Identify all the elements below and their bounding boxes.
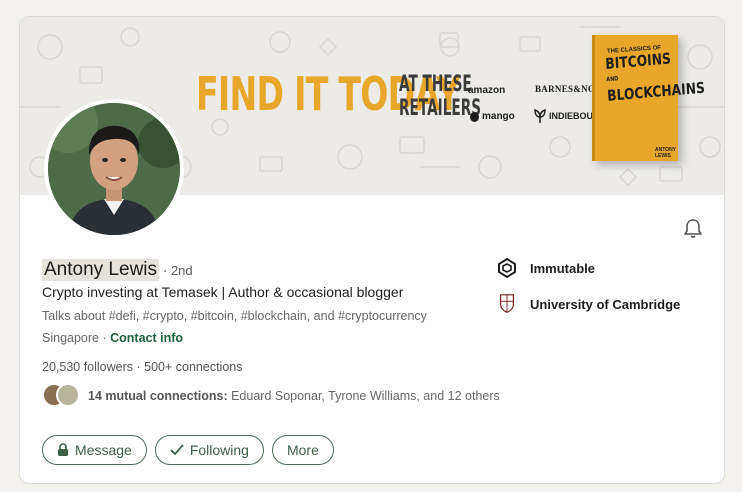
org-immutable-name: Immutable [530, 260, 596, 276]
profile-stats-row: 20,530 followers · 500+ connections [42, 360, 242, 374]
book-cover: THE CLASSICS OF BITCOINS AND BLOCKCHAINS… [592, 35, 705, 161]
bell-icon[interactable] [682, 217, 704, 239]
mango-logo-icon [470, 111, 479, 122]
check-icon [170, 444, 184, 456]
profile-talks-about: Talks about #defi, #crypto, #bitcoin, #b… [42, 309, 427, 323]
retailer-mango: mango [470, 111, 515, 122]
org-immutable[interactable]: Immutable [496, 257, 595, 279]
profile-name-row: Antony Lewis · 2nd [42, 259, 193, 281]
org-cambridge-name: University of Cambridge [530, 296, 681, 312]
stats-separator: · [133, 360, 145, 374]
profile-headline: Crypto investing at Temasek | Author & o… [42, 284, 404, 300]
book-title-amp: AND [606, 75, 619, 84]
book-author: ANTONY LEWIS [655, 147, 676, 159]
more-button[interactable]: More [271, 435, 334, 465]
retailer-mango-label: mango [482, 111, 515, 122]
mutual-count: 14 mutual connections: [88, 389, 228, 403]
profile-actions: Message Following More [42, 435, 334, 465]
immutable-logo-icon [498, 257, 516, 279]
profile-avatar[interactable] [44, 99, 184, 239]
cambridge-crest-icon [499, 294, 515, 313]
profile-name: Antony Lewis [42, 259, 160, 281]
indiebound-logo-icon [534, 109, 546, 123]
following-button[interactable]: Following [154, 435, 264, 465]
profile-card: FIND IT TODAY AT THESE RETAILERS amazon … [19, 16, 725, 484]
mutual-names: Eduard Soponar, Tyrone Williams, and 12 … [227, 389, 500, 403]
profile-location: Singapore [42, 331, 99, 345]
connection-degree: · 2nd [163, 263, 193, 278]
lock-icon [58, 443, 68, 456]
contact-info-link[interactable]: Contact info [110, 331, 183, 345]
banner-sub-line2: RETAILERS [399, 96, 482, 122]
book-title: BITCOINS AND BLOCKCHAINS [605, 49, 705, 104]
followers-count[interactable]: 20,530 followers [42, 360, 133, 374]
mutual-connections-row[interactable]: 14 mutual connections: Eduard Soponar, T… [42, 383, 500, 409]
org-cambridge[interactable]: University of Cambridge [496, 293, 680, 315]
mutual-connections-text: 14 mutual connections: Eduard Soponar, T… [88, 389, 500, 403]
mutual-avatar [56, 383, 80, 407]
profile-location-row: Singapore · Contact info [42, 331, 183, 345]
following-button-label: Following [189, 442, 249, 458]
more-button-label: More [286, 442, 319, 458]
mutual-avatars [42, 383, 82, 409]
retailer-amazon: amazon [468, 85, 506, 96]
location-separator: · [99, 331, 111, 345]
message-button[interactable]: Message [42, 435, 147, 465]
connections-count[interactable]: 500+ connections [144, 360, 242, 374]
banner-subheadline: AT THESE RETAILERS [399, 72, 482, 122]
message-button-label: Message [75, 442, 132, 458]
profile-photo [48, 103, 180, 235]
